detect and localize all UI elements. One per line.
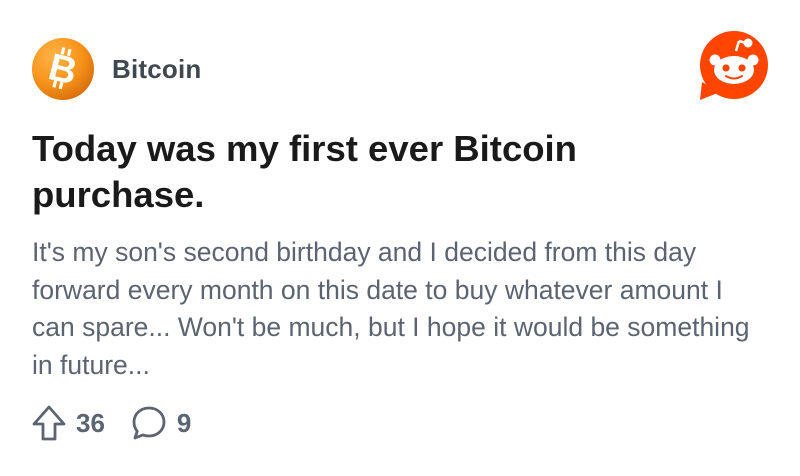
upvote-arrow-icon [32, 405, 66, 441]
bitcoin-logo-icon[interactable]: B [32, 38, 94, 100]
post-body: It's my son's second birthday and I deci… [32, 237, 750, 380]
upvote-count: 36 [76, 407, 105, 438]
post-footer: 36 9 [32, 402, 217, 444]
community-name[interactable]: Bitcoin [112, 54, 202, 85]
upvote-button[interactable]: 36 [32, 405, 105, 441]
post-title[interactable]: Today was my first ever Bitcoin purchase… [32, 126, 732, 218]
comment-bubble-icon [132, 406, 166, 440]
comment-count: 9 [176, 407, 192, 438]
reddit-snoo-icon[interactable] [698, 30, 770, 102]
post-header: B Bitcoin [32, 38, 202, 100]
comments-button[interactable]: 9 [131, 405, 191, 441]
post-card[interactable]: B Bitcoin Today was my first ever Bitcoi… [0, 0, 800, 476]
